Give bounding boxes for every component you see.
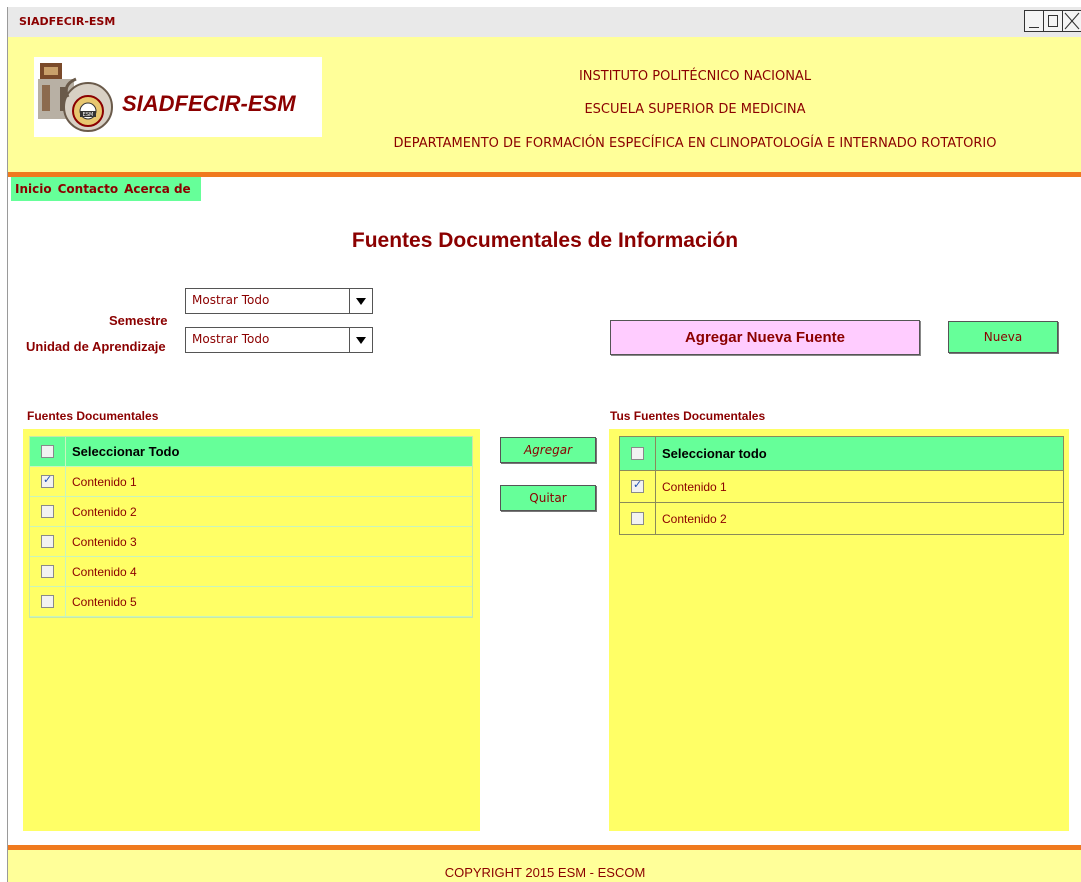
- row-label: Contenido 2: [72, 504, 137, 519]
- row-checkbox[interactable]: [631, 512, 644, 525]
- row-checkbox[interactable]: [41, 535, 54, 548]
- select-all-checkbox[interactable]: [41, 445, 54, 458]
- semestre-select[interactable]: Mostrar Todo: [185, 288, 373, 314]
- table-row[interactable]: Contenido 1: [30, 467, 472, 497]
- window-controls: [1024, 10, 1081, 32]
- table-row[interactable]: Contenido 3: [30, 527, 472, 557]
- minimize-icon[interactable]: [1024, 10, 1044, 32]
- row-checkbox[interactable]: [41, 505, 54, 518]
- maximize-icon[interactable]: [1043, 10, 1063, 32]
- chevron-down-icon[interactable]: [349, 327, 373, 353]
- copyright-text: COPYRIGHT 2015 ESM - ESCOM: [444, 865, 646, 880]
- nav-acerca-de[interactable]: Acerca de: [124, 182, 191, 196]
- top-nav: Inicio Contacto Acerca de: [11, 177, 201, 201]
- select-all-checkbox[interactable]: [631, 447, 644, 460]
- tus-fuentes-heading: Tus Fuentes Documentales: [610, 409, 766, 423]
- window-title: SIADFECIR-ESM: [19, 15, 116, 28]
- row-label: Contenido 2: [662, 511, 727, 526]
- fuentes-table: Seleccionar Todo Contenido 1 Contenido 2…: [29, 436, 473, 618]
- table-row[interactable]: Contenido 5: [30, 587, 472, 617]
- nueva-button[interactable]: Nueva: [948, 321, 1058, 353]
- row-label: Contenido 5: [72, 594, 137, 609]
- logo-text: SIADFECIR-ESM: [122, 91, 296, 116]
- table-header-row: Seleccionar todo: [620, 437, 1063, 471]
- unidad-label: Unidad de Aprendizaje: [26, 339, 166, 354]
- semestre-label: Semestre: [109, 313, 168, 328]
- quitar-button[interactable]: Quitar: [500, 485, 596, 511]
- site-footer: COPYRIGHT 2015 ESM - ESCOM: [8, 850, 1081, 882]
- tus-fuentes-table: Seleccionar todo Contenido 1 Contenido 2: [619, 436, 1064, 535]
- row-checkbox[interactable]: [41, 595, 54, 608]
- table-row[interactable]: Contenido 2: [30, 497, 472, 527]
- institution-name: INSTITUTO POLITÉCNICO NACIONAL: [578, 69, 812, 84]
- table-row[interactable]: Contenido 2: [620, 503, 1063, 534]
- agregar-nueva-fuente-button[interactable]: Agregar Nueva Fuente: [610, 320, 920, 355]
- semestre-select-value: Mostrar Todo: [192, 293, 270, 307]
- app-window: SIADFECIR-ESM ESM SIADFECIR-ESM INSTITUT…: [7, 7, 1081, 882]
- select-all-label: Seleccionar Todo: [72, 444, 180, 459]
- institution-seal-icon: ESM: [38, 63, 113, 132]
- row-checkbox[interactable]: [631, 478, 644, 493]
- unidad-select-value: Mostrar Todo: [192, 332, 270, 346]
- nav-inicio[interactable]: Inicio: [15, 182, 52, 196]
- svg-text:ESM: ESM: [83, 112, 94, 118]
- row-label: Contenido 3: [72, 534, 137, 549]
- row-label: Contenido 1: [662, 479, 727, 494]
- close-icon[interactable]: [1062, 10, 1081, 32]
- title-bar: SIADFECIR-ESM: [8, 7, 1081, 38]
- row-checkbox[interactable]: [41, 565, 54, 578]
- site-header: ESM SIADFECIR-ESM INSTITUTO POLITÉCNICO …: [8, 37, 1081, 172]
- agregar-button[interactable]: Agregar: [500, 437, 596, 463]
- table-row[interactable]: Contenido 4: [30, 557, 472, 587]
- row-label: Contenido 4: [72, 564, 137, 579]
- select-all-label: Seleccionar todo: [662, 446, 767, 461]
- unidad-select[interactable]: Mostrar Todo: [185, 327, 373, 353]
- department-name: DEPARTAMENTO DE FORMACIÓN ESPECÍFICA EN …: [393, 136, 997, 151]
- table-row[interactable]: Contenido 1: [620, 471, 1063, 503]
- chevron-down-icon[interactable]: [349, 288, 373, 314]
- ipn-logo: ESM SIADFECIR-ESM: [34, 57, 322, 137]
- page-title: Fuentes Documentales de Información: [351, 229, 739, 252]
- row-label: Contenido 1: [72, 474, 137, 489]
- fuentes-documentales-heading: Fuentes Documentales: [27, 409, 159, 423]
- row-checkbox[interactable]: [41, 473, 54, 488]
- school-name: ESCUELA SUPERIOR DE MEDICINA: [584, 102, 806, 117]
- table-header-row: Seleccionar Todo: [30, 437, 472, 467]
- nav-contacto[interactable]: Contacto: [58, 182, 119, 196]
